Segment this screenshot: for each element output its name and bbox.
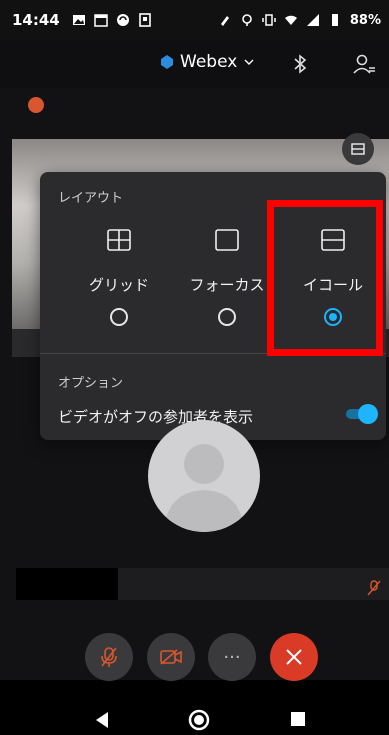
battery-icon [331,14,338,26]
webex-logo-icon [161,55,173,69]
brand-name: Webex [180,52,238,72]
grid-layout-icon [107,229,131,251]
mic-muted-icon [101,647,117,667]
toggle-knob [358,404,378,424]
wifi-icon [284,15,297,25]
app-header: Webex [0,40,389,88]
focus-layout-icon [215,229,239,251]
chevron-down-icon [244,59,254,65]
layout-toggle-button[interactable] [342,133,374,165]
status-icons-left [72,13,152,27]
video-off-icon [160,649,182,665]
location-icon [242,14,252,26]
person-icon [164,444,244,532]
show-video-off-toggle[interactable] [346,404,378,424]
sync-icon [116,14,129,26]
box-icon [138,13,151,27]
participants-icon[interactable] [352,52,376,76]
mic-muted-icon [367,580,381,596]
highlight-box [267,200,383,356]
layout-option-label: フォーカス [189,276,265,294]
layout-option-label: グリッド [88,276,149,294]
redacted-name [16,568,118,600]
bluetooth-icon[interactable] [288,52,312,76]
layout-title: レイアウト [58,191,124,206]
radio-button[interactable] [218,308,236,326]
layout-icon [351,143,365,155]
more-label: ··· [223,646,241,668]
status-bar: 14:44 88% [0,0,389,40]
video-button[interactable] [147,633,195,681]
image-icon [72,15,85,25]
calendar-icon [94,14,108,27]
avatar [148,420,260,532]
layout-option-grid[interactable]: グリッド [64,228,174,338]
back-icon[interactable] [93,711,111,729]
brand-selector[interactable]: Webex [160,52,255,72]
radio-button[interactable] [110,308,128,326]
call-controls: ··· [0,633,389,681]
layout-option-focus[interactable]: フォーカス [172,228,282,338]
signal-icon [306,14,319,26]
vibrate-icon [262,14,276,26]
status-icons-right: 88% [218,13,381,28]
nfc-icon [220,16,229,26]
options-title: オプション [58,376,124,391]
recents-icon[interactable] [290,711,306,727]
mute-button[interactable] [85,633,133,681]
android-nav-bar [0,705,389,735]
more-button[interactable]: ··· [208,633,256,681]
end-call-button[interactable] [270,633,318,681]
home-icon[interactable] [188,709,210,731]
battery-percent: 88% [349,12,381,28]
mic-muted-indicator-icon [28,97,44,113]
status-time: 14:44 [12,11,60,29]
close-icon [286,649,302,665]
